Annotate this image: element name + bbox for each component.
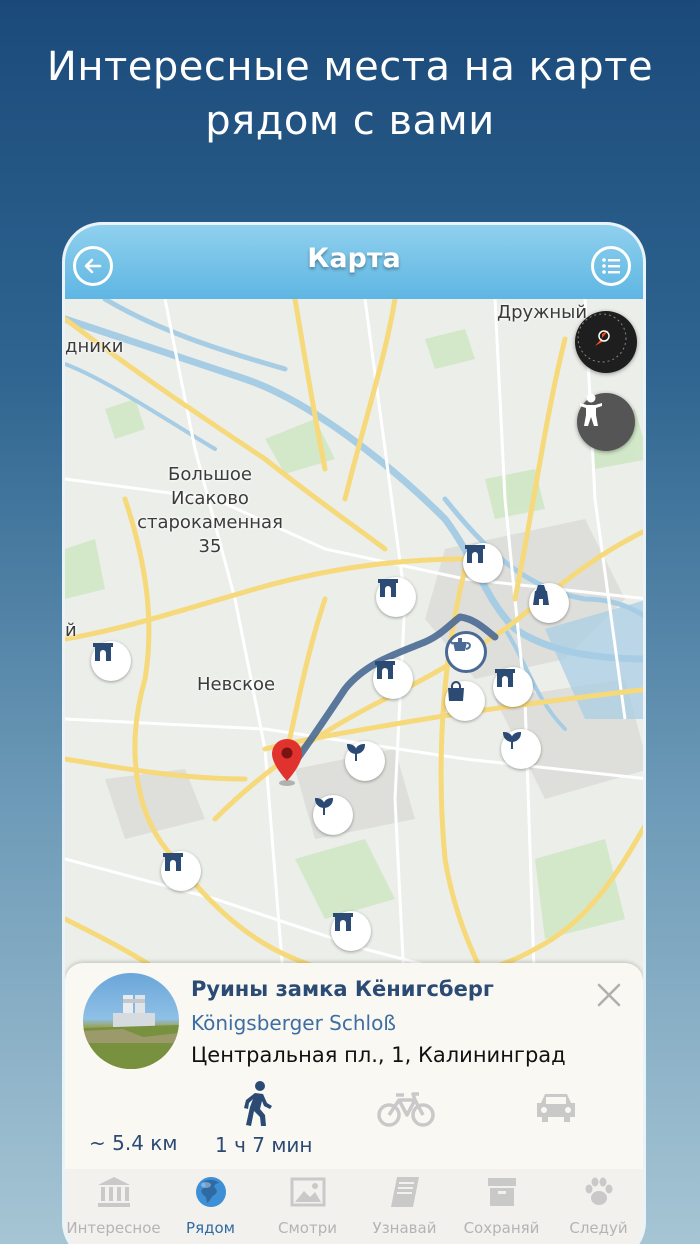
map-view[interactable]: Дружный дники Большое Исаково старокамен… — [65, 299, 643, 999]
tab-watch[interactable]: Смотри — [259, 1175, 356, 1237]
tab-label: Сохраняй — [463, 1219, 540, 1237]
gate-icon — [378, 579, 398, 597]
tab-follow[interactable]: Следуй — [550, 1175, 643, 1237]
tab-label: Смотри — [278, 1219, 337, 1237]
poi-gate-7[interactable] — [331, 911, 371, 951]
map-label-bolshoe-isakovo: Большое Исаково старокаменная 35 — [120, 463, 300, 559]
poi-gate-1[interactable] — [463, 543, 503, 583]
map-label-starokamennaya: старокаменная — [137, 512, 283, 533]
person-icon — [580, 393, 602, 426]
gate-icon — [495, 669, 515, 687]
walk-icon — [244, 1081, 272, 1126]
place-card[interactable]: Руины замка Кёнигсберг Königsberger Schl… — [65, 963, 643, 1169]
phone-frame: Карта Дружный дники Большое Исаково стар… — [62, 222, 646, 1244]
close-card-button[interactable] — [595, 981, 623, 1009]
tab-label: Узнавай — [372, 1219, 437, 1237]
app-bar: Карта — [65, 225, 643, 299]
tab-label: Рядом — [186, 1219, 235, 1237]
globe-icon — [195, 1177, 226, 1207]
tab-learn[interactable]: Узнавай — [356, 1175, 453, 1237]
tower-icon — [533, 585, 549, 605]
place-subtitle: Königsberger Schloß — [191, 1011, 396, 1035]
destination-pin[interactable] — [270, 737, 304, 787]
map-label-druzhny: Дружный — [497, 302, 588, 323]
current-location-marker[interactable] — [445, 631, 487, 673]
gate-icon — [93, 643, 113, 661]
book-icon — [390, 1177, 419, 1207]
museum-icon — [97, 1177, 130, 1207]
archive-icon — [487, 1178, 516, 1206]
page-title: Карта — [307, 243, 401, 274]
tab-label: Интересное — [66, 1219, 161, 1237]
list-menu-icon — [602, 258, 620, 274]
map-pin-icon — [272, 739, 302, 786]
close-icon — [597, 983, 621, 1007]
headline-line-1: Интересные места на карте — [46, 44, 654, 90]
sprout-icon — [346, 743, 366, 761]
car-icon — [537, 1094, 575, 1122]
poi-gate-5[interactable] — [493, 667, 533, 707]
my-location-button[interactable] — [577, 393, 635, 451]
distance-label: ~ 5.4 км — [89, 1131, 178, 1155]
compass-icon — [577, 313, 627, 363]
bottom-tab-bar: Интересное Рядом Смотри Узнавай Сохраняй… — [65, 1169, 643, 1244]
map-label-35: 35 — [198, 536, 222, 557]
map-label-edge: й — [65, 620, 77, 641]
menu-button[interactable] — [591, 246, 631, 286]
poi-gate-3[interactable] — [91, 641, 131, 681]
sprout-icon — [314, 797, 334, 815]
map-canvas — [65, 299, 643, 999]
compass-button[interactable] — [575, 311, 637, 373]
map-label-dniki: дники — [65, 336, 124, 357]
tab-save[interactable]: Сохраняй — [453, 1175, 550, 1237]
shopping-bag-icon — [448, 681, 464, 701]
bicycle-icon — [377, 1092, 435, 1127]
poi-gate-4[interactable] — [373, 659, 413, 699]
map-label-isakovo: Исаково — [171, 488, 249, 509]
poi-park-1[interactable] — [345, 741, 385, 781]
headline-line-2: рядом с вами — [205, 98, 495, 144]
poi-park-3[interactable] — [313, 795, 353, 835]
walk-mode-button[interactable] — [241, 1081, 275, 1131]
headline: Интересные места на карте рядом с вами — [0, 40, 700, 148]
paw-icon — [585, 1177, 612, 1205]
gate-icon — [163, 853, 183, 871]
poi-shop[interactable] — [445, 681, 485, 721]
map-label-bolshoe: Большое — [167, 464, 253, 485]
place-title: Руины замка Кёнигсберг — [191, 977, 494, 1001]
poi-gate-2[interactable] — [376, 577, 416, 617]
car-mode-button[interactable] — [533, 1091, 579, 1129]
gate-icon — [465, 545, 485, 563]
place-thumbnail — [83, 973, 179, 1069]
walk-time-label: 1 ч 7 мин — [215, 1133, 313, 1157]
tab-label: Следуй — [569, 1219, 628, 1237]
place-photo — [83, 995, 179, 1069]
map-label-nevskoe: Невское — [197, 674, 276, 695]
tab-nearby[interactable]: Рядом — [162, 1175, 259, 1237]
tab-interesting[interactable]: Интересное — [65, 1175, 162, 1237]
gate-icon — [333, 913, 353, 931]
picture-icon — [290, 1177, 325, 1207]
place-address: Центральная пл., 1, Калининград — [191, 1043, 566, 1067]
poi-tower[interactable] — [529, 583, 569, 623]
poi-gate-6[interactable] — [161, 851, 201, 891]
bicycle-mode-button[interactable] — [377, 1091, 435, 1131]
sprout-icon — [502, 731, 522, 749]
poi-park-2[interactable] — [501, 729, 541, 769]
teapot-icon — [448, 638, 471, 651]
gate-icon — [375, 661, 395, 679]
